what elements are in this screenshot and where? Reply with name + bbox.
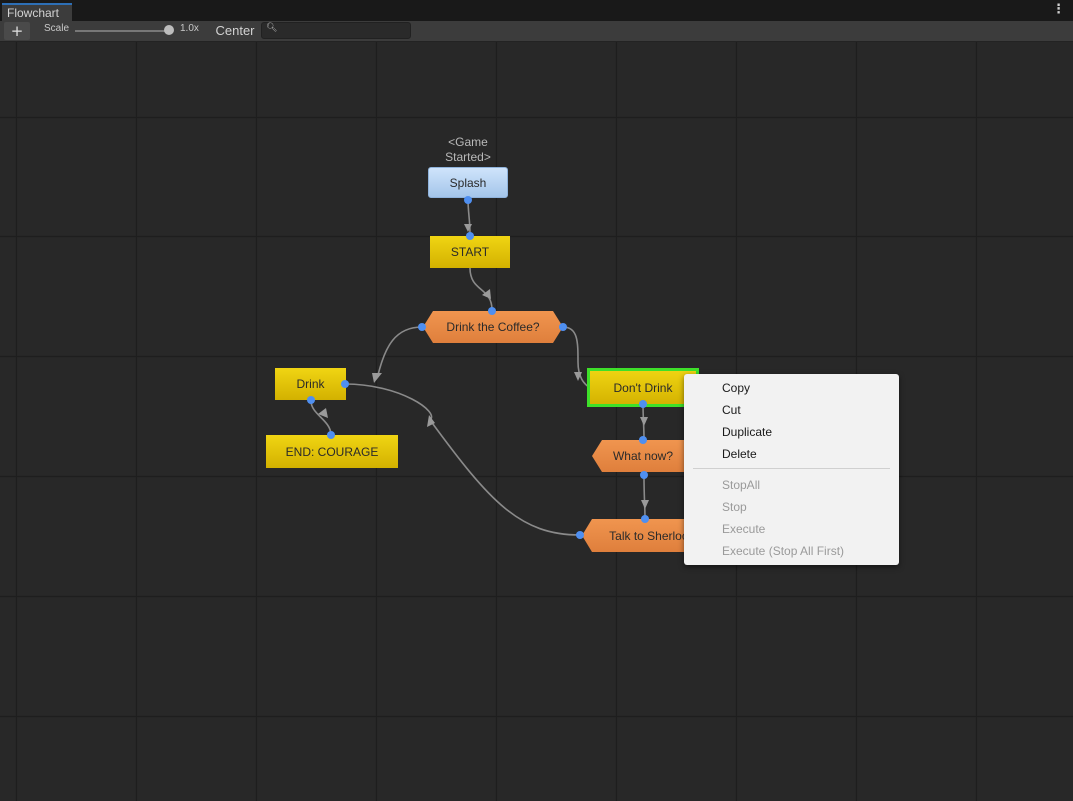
menu-item-execute: Execute bbox=[722, 522, 766, 536]
arrowhead bbox=[641, 500, 649, 509]
block-end-courage[interactable]: END: COURAGE bbox=[266, 435, 398, 468]
connector-dot[interactable] bbox=[307, 396, 315, 404]
menu-item-cut[interactable]: Cut bbox=[722, 403, 741, 417]
menu-item-copy[interactable]: Copy bbox=[722, 381, 750, 395]
toolbar: + Scale 1.0x Center 🔍︎ bbox=[0, 21, 1073, 42]
connector-dot[interactable] bbox=[327, 431, 335, 439]
connector-dot[interactable] bbox=[466, 232, 474, 240]
block-splash[interactable]: Splash bbox=[428, 167, 508, 198]
search-icon: 🔍︎ bbox=[266, 23, 278, 33]
connector-dot[interactable] bbox=[341, 380, 349, 388]
connections bbox=[310, 198, 649, 536]
scale-label: Scale bbox=[44, 23, 70, 34]
menu-item-stopall: StopAll bbox=[722, 478, 761, 492]
splash-event-caption: <Game Started> bbox=[445, 135, 491, 164]
menu-item-execute-stop-all-first: Execute (Stop All First) bbox=[722, 544, 845, 558]
more-vert-icon[interactable]: ⋮ bbox=[1052, 3, 1065, 17]
link-drinkcoffee-dontdrink bbox=[562, 326, 590, 388]
search-field[interactable]: 🔍︎ bbox=[261, 22, 411, 39]
menu-item-stop: Stop bbox=[722, 500, 747, 514]
context-menu: Copy Cut Duplicate Delete StopAll Stop E… bbox=[684, 374, 899, 565]
scale-value: 1.0x bbox=[180, 23, 199, 34]
arrowhead bbox=[372, 373, 382, 383]
connector-dot[interactable] bbox=[418, 323, 426, 331]
scale-slider-handle[interactable] bbox=[164, 25, 174, 35]
flowchart-canvas[interactable]: <Game Started> Splash START Drink the Co… bbox=[0, 42, 1073, 801]
link-whatnow-talk bbox=[643, 475, 646, 519]
menu-item-duplicate[interactable]: Duplicate bbox=[722, 425, 772, 439]
block-start[interactable]: START bbox=[430, 236, 510, 268]
menu-item-delete[interactable]: Delete bbox=[722, 447, 757, 461]
link-start-drinkcoffee bbox=[469, 267, 493, 311]
connector-dot[interactable] bbox=[559, 323, 567, 331]
link-drink-forward bbox=[344, 383, 433, 421]
connector-dot[interactable] bbox=[464, 196, 472, 204]
search-input[interactable] bbox=[278, 23, 404, 38]
scale-slider[interactable] bbox=[75, 30, 172, 32]
tab-flowchart[interactable]: Flowchart bbox=[2, 3, 72, 21]
connector-dot[interactable] bbox=[576, 531, 584, 539]
center-button[interactable]: Center bbox=[211, 21, 259, 41]
arrowhead bbox=[640, 417, 648, 426]
link-drink-end bbox=[310, 400, 332, 435]
block-drink-the-coffee[interactable]: Drink the Coffee? bbox=[423, 311, 563, 343]
block-what-now[interactable]: What now? bbox=[592, 440, 694, 472]
add-block-button[interactable]: + bbox=[4, 22, 30, 40]
connector-dot[interactable] bbox=[488, 307, 496, 315]
menu-separator bbox=[693, 468, 890, 469]
link-talk-drink bbox=[429, 419, 581, 536]
link-drinkcoffee-drink bbox=[377, 326, 423, 376]
connector-dot[interactable] bbox=[639, 436, 647, 444]
connector-dot[interactable] bbox=[640, 471, 648, 479]
connector-dot[interactable] bbox=[641, 515, 649, 523]
arrowhead bbox=[464, 224, 472, 232]
tab-strip: Flowchart ⋮ bbox=[0, 0, 1073, 21]
block-talk-to-sherlock-label: Talk to Sherlock bbox=[609, 528, 694, 543]
connector-dot[interactable] bbox=[639, 400, 647, 408]
